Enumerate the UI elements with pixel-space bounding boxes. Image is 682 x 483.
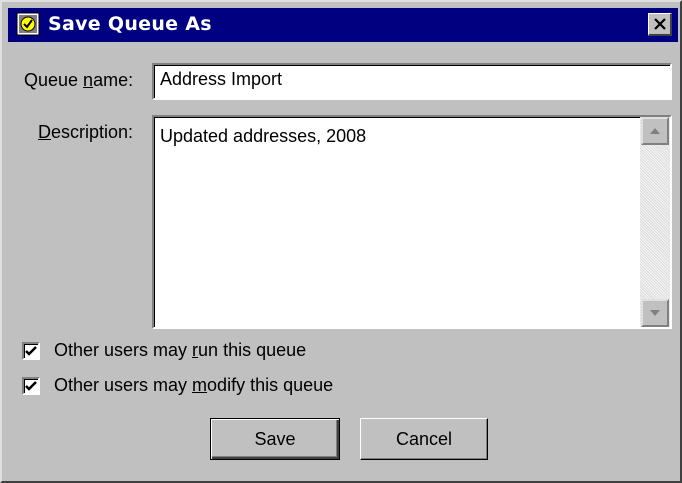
save-button[interactable]: Save (210, 418, 340, 460)
dialog-title: Save Queue As (48, 13, 212, 35)
close-icon (653, 18, 666, 30)
modify-queue-label[interactable]: Other users may modify this queue (54, 375, 333, 396)
title-bar[interactable]: Save Queue As (8, 8, 678, 42)
scroll-up-button[interactable] (641, 117, 669, 145)
checkmark-icon (25, 346, 37, 356)
queue-name-value: Address Import (160, 69, 283, 89)
queue-name-field[interactable]: Address Import (152, 63, 672, 100)
run-queue-label[interactable]: Other users may run this queue (54, 340, 306, 361)
checkmark-icon (25, 381, 37, 391)
save-queue-as-dialog: Save Queue As Queue name: Address Import… (0, 0, 682, 483)
scroll-down-arrow-icon (650, 310, 660, 316)
description-value: Updated addresses, 2008 (160, 126, 367, 146)
close-button[interactable] (648, 13, 672, 36)
run-queue-checkbox[interactable] (22, 342, 40, 360)
description-label: Description: (38, 122, 134, 142)
queue-name-label: Queue name: (24, 70, 134, 90)
scroll-down-button[interactable] (641, 299, 669, 327)
queue-app-icon (16, 12, 40, 36)
description-textarea[interactable]: Updated addresses, 2008 (152, 115, 672, 329)
scroll-up-arrow-icon (650, 128, 660, 134)
description-scrollbar[interactable] (640, 117, 670, 327)
cancel-button[interactable]: Cancel (360, 418, 488, 460)
modify-queue-checkbox[interactable] (22, 377, 40, 395)
